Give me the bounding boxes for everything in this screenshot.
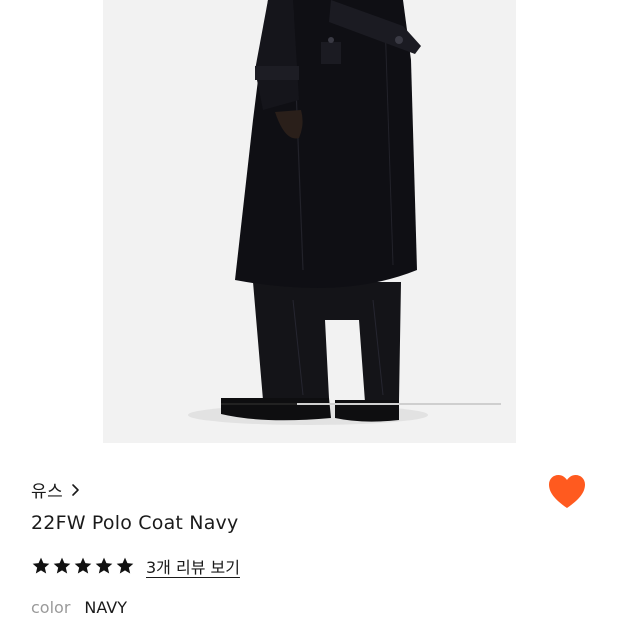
heart-icon bbox=[549, 475, 585, 508]
product-image[interactable] bbox=[103, 0, 516, 443]
rating-stars bbox=[31, 556, 135, 576]
product-title: 22FW Polo Coat Navy bbox=[31, 512, 239, 534]
star-icon bbox=[53, 557, 71, 574]
star-icon bbox=[74, 557, 92, 574]
review-link[interactable]: 3개 리뷰 보기 bbox=[146, 554, 240, 578]
brand-link[interactable]: 유스 bbox=[31, 476, 81, 502]
star-icon bbox=[32, 557, 50, 574]
color-option: color NAVY bbox=[31, 598, 127, 617]
star-icon bbox=[95, 557, 113, 574]
color-value: NAVY bbox=[84, 598, 128, 617]
chevron-right-icon bbox=[71, 482, 81, 496]
product-photo bbox=[103, 0, 516, 443]
product-page: 유스 22FW Polo Coat Navy 3개 리뷰 보기 color NA… bbox=[0, 0, 620, 620]
image-progress-fill bbox=[221, 403, 297, 405]
brand-name: 유스 bbox=[31, 481, 64, 502]
star-icon bbox=[116, 557, 134, 574]
wishlist-button[interactable] bbox=[546, 471, 588, 513]
rating-row: 3개 리뷰 보기 bbox=[31, 553, 240, 579]
image-progress-track bbox=[221, 403, 501, 405]
color-label: color bbox=[31, 598, 71, 617]
